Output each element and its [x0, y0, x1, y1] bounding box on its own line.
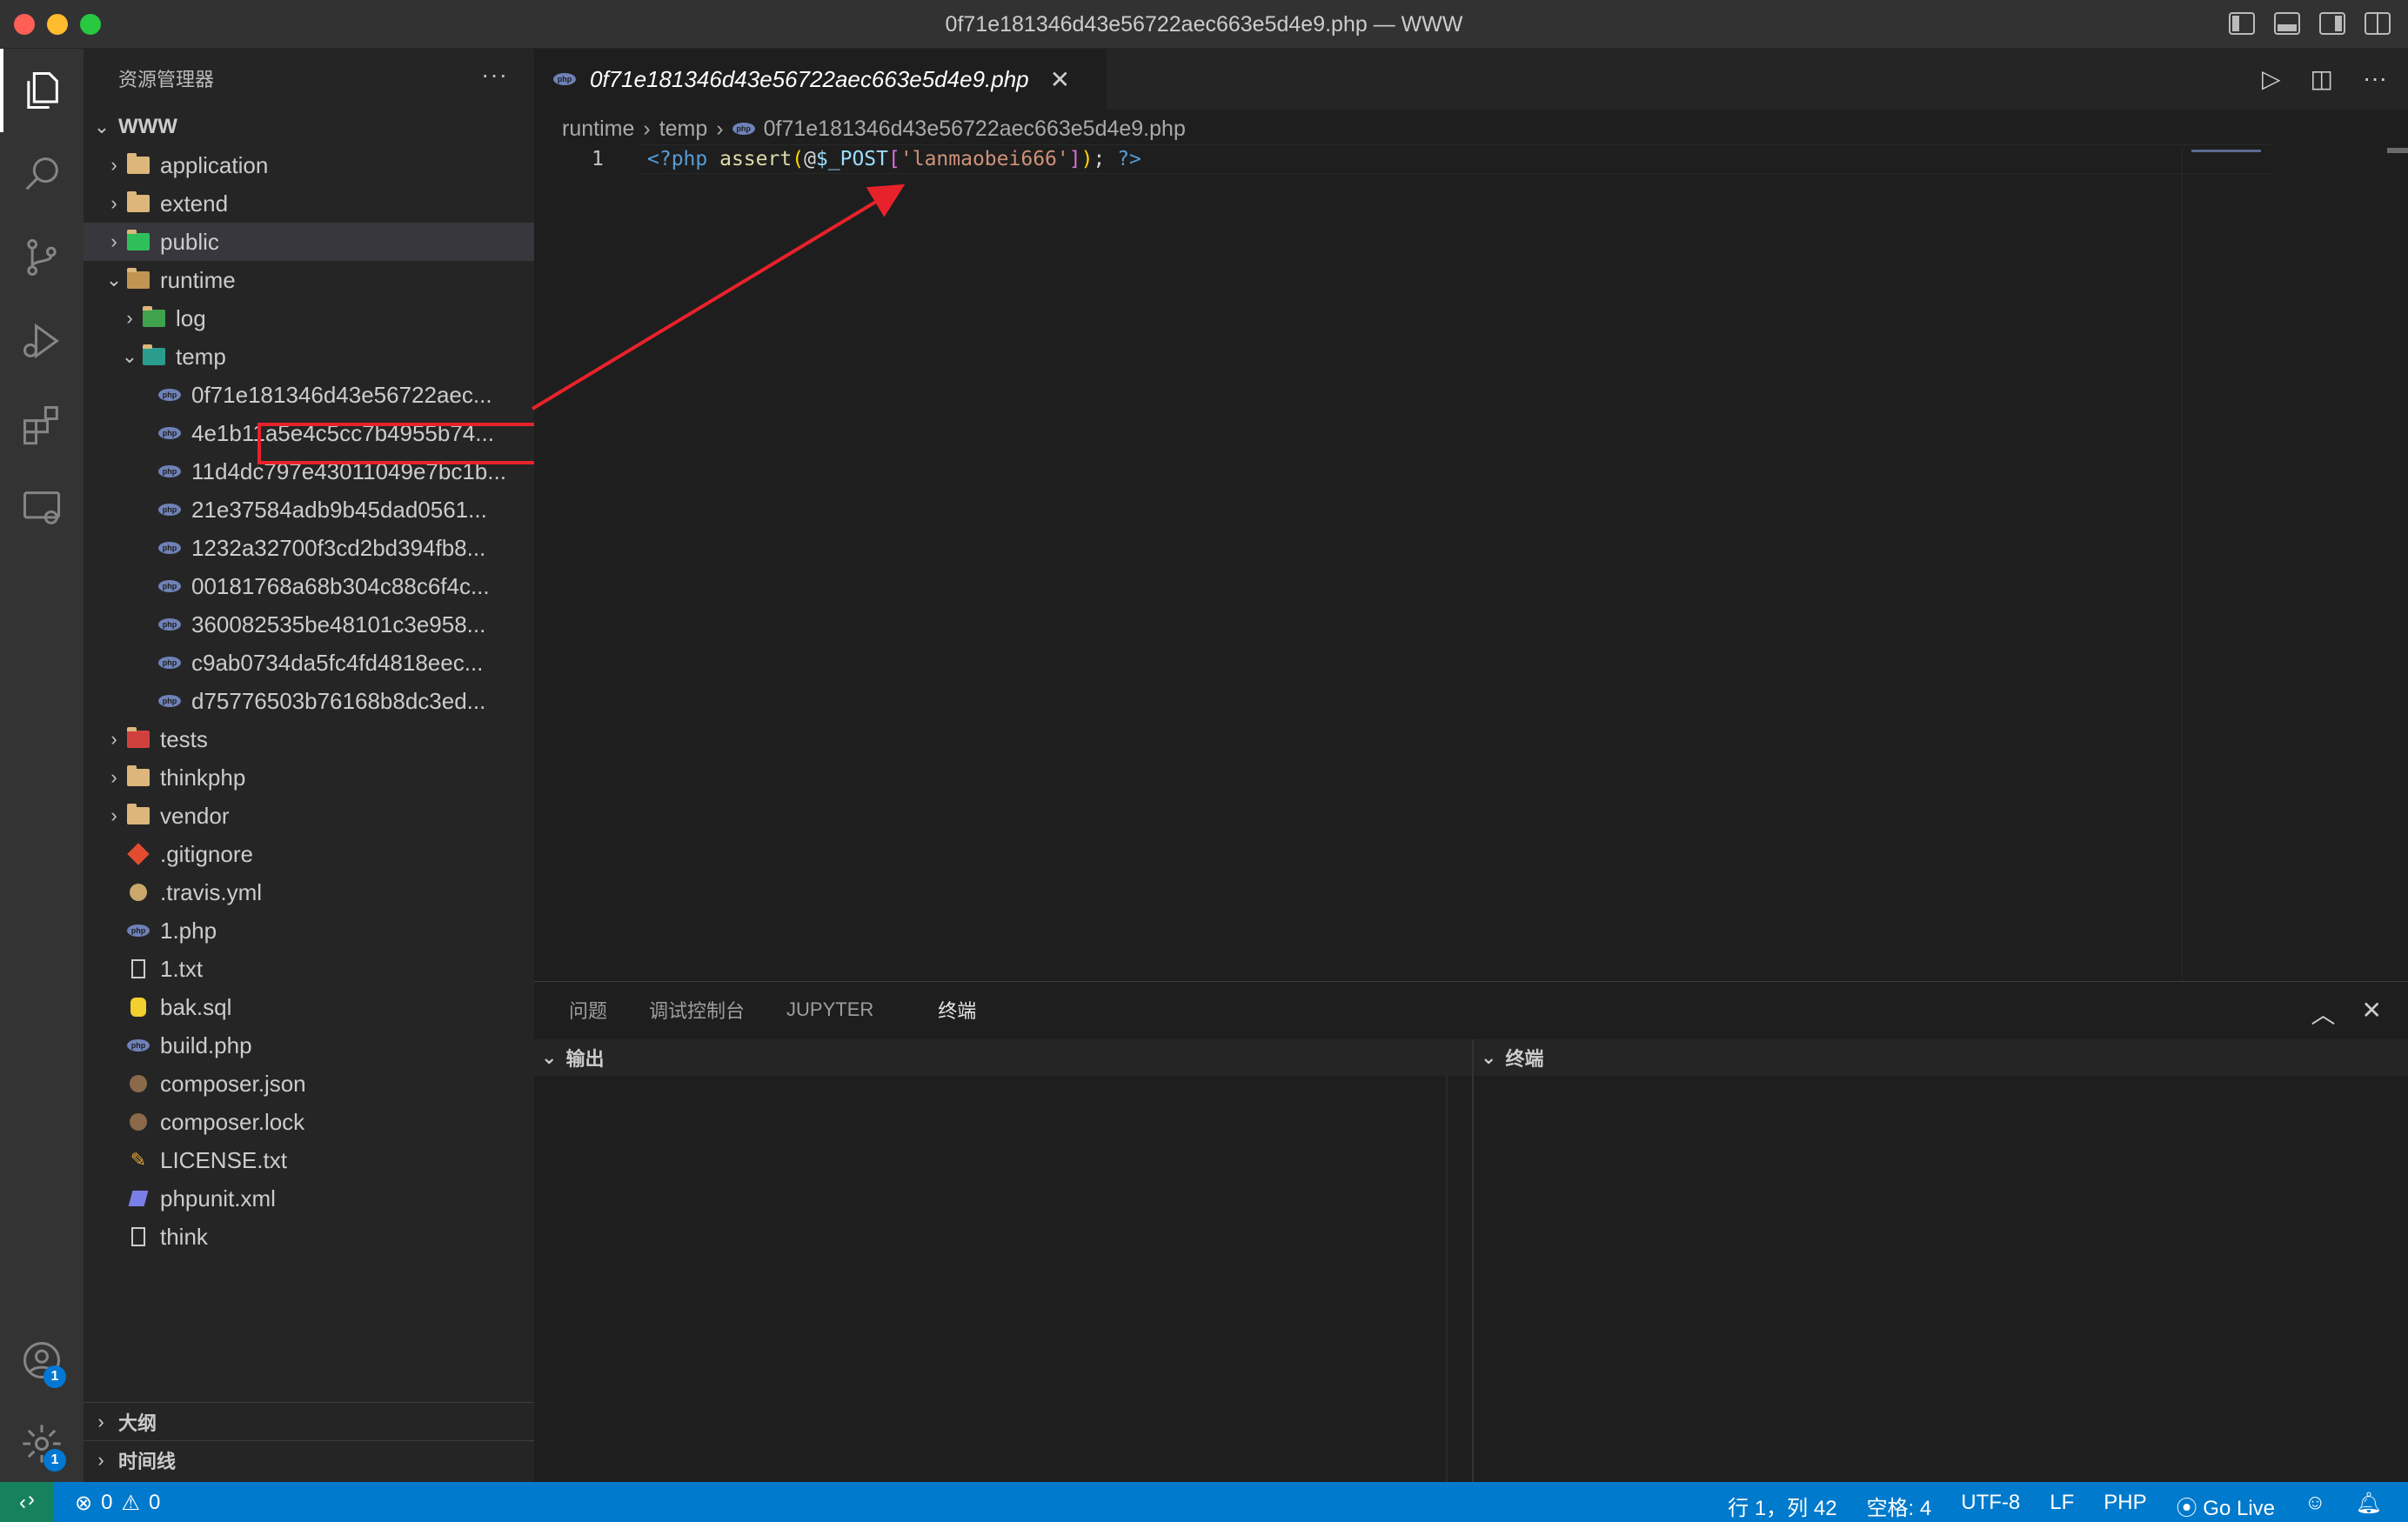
bottom-panel: 问题 调试控制台 JUPYTER 终端 ︿ ✕ ⌄ 输出 ⌄ 终端: [534, 981, 2408, 1483]
chevron-down-icon: ⌄: [541, 1046, 558, 1068]
close-panel-icon[interactable]: ✕: [2362, 996, 2382, 1031]
vscode-window: 0f71e181346d43e56722aec663e5d4e9.php — W…: [0, 0, 2408, 1522]
terminal-header[interactable]: ⌄ 终端: [1474, 1039, 2408, 1076]
problems-status[interactable]: ⊗ 0 ⚠ 0: [75, 1491, 160, 1516]
status-bar: ⊗ 0 ⚠ 0 行 1，列 42 空格: 4 UTF-8 LF PHP ⦿ Go…: [0, 1482, 2408, 1522]
notifications-bell-icon[interactable]: 🔔︎: [2356, 1491, 2382, 1521]
output-title: 输出: [565, 1048, 605, 1070]
tab-debug-console[interactable]: 调试控制台: [649, 996, 745, 1024]
warning-icon: ⚠: [121, 1492, 140, 1515]
cursor-position[interactable]: 行 1，列 42: [1728, 1491, 1836, 1521]
terminal-title: 终端: [1505, 1048, 1544, 1070]
maximize-panel-icon[interactable]: ︿: [2311, 996, 2336, 1031]
error-count: 0: [101, 1491, 113, 1514]
end-of-line[interactable]: LF: [2050, 1491, 2074, 1521]
remote-indicator-icon[interactable]: [0, 1482, 54, 1522]
feedback-icon[interactable]: ☺: [2304, 1491, 2326, 1521]
warning-count: 0: [148, 1491, 161, 1514]
output-section: ⌄ 输出: [534, 1039, 1472, 1522]
tab-problems[interactable]: 问题: [569, 996, 607, 1024]
error-icon: ⊗: [75, 1492, 93, 1515]
tab-jupyter[interactable]: JUPYTER: [786, 998, 873, 1021]
encoding[interactable]: UTF-8: [1961, 1491, 2020, 1521]
language-mode[interactable]: PHP: [2104, 1491, 2146, 1521]
output-header[interactable]: ⌄ 输出: [534, 1039, 1472, 1076]
panel-tabs: 问题 调试控制台 JUPYTER 终端: [534, 982, 1003, 1064]
chevron-down-icon: ⌄: [1481, 1046, 1497, 1068]
broadcast-icon: ⦿: [2176, 1497, 2204, 1520]
terminal-section: ⌄ 终端: [1474, 1039, 2408, 1522]
output-scrollbar[interactable]: [1446, 1076, 1448, 1483]
go-live-button[interactable]: ⦿ Go Live: [2177, 1491, 2275, 1521]
go-live-label: Go Live: [2203, 1497, 2276, 1520]
indentation[interactable]: 空格: 4: [1867, 1491, 1932, 1521]
